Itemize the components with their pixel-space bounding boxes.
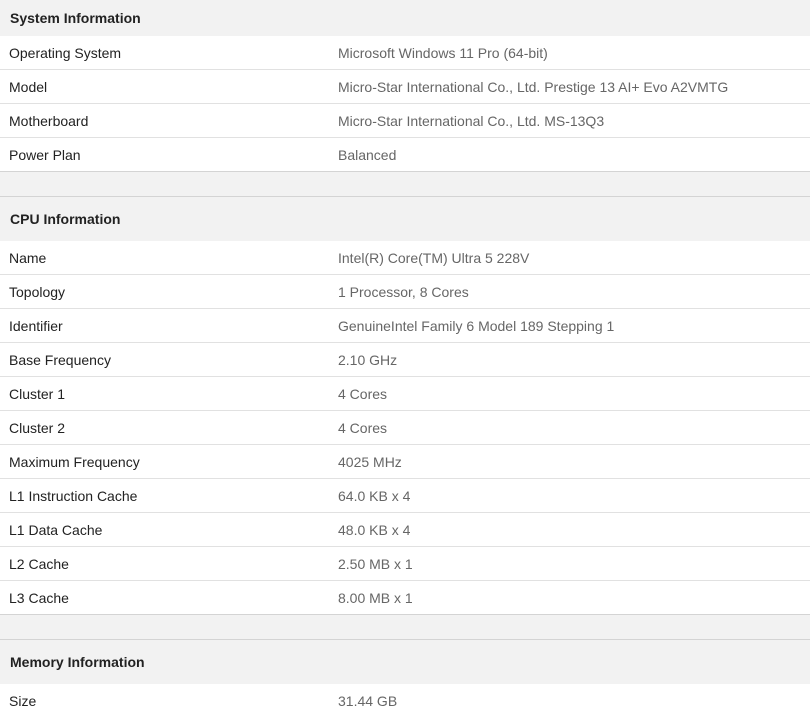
row-value: 64.0 KB x 4 [338, 487, 411, 504]
row-label: Identifier [9, 317, 63, 334]
row-value: 4025 MHz [338, 453, 402, 470]
row-value: GenuineIntel Family 6 Model 189 Stepping… [338, 317, 615, 334]
row-label: L1 Instruction Cache [9, 487, 138, 504]
section-title: CPU Information [0, 197, 810, 241]
table-row: Cluster 2 4 Cores [0, 411, 810, 445]
section-title: System Information [0, 0, 810, 36]
row-label: L2 Cache [9, 555, 69, 572]
row-label: L1 Data Cache [9, 521, 103, 538]
row-label: Model [9, 78, 48, 95]
system-information-section: System Information Operating System Micr… [0, 0, 810, 172]
table-row: Cluster 1 4 Cores [0, 377, 810, 411]
table-row: Motherboard Micro-Star International Co.… [0, 104, 810, 138]
table-row: Size 31.44 GB [0, 684, 810, 708]
row-value: Balanced [338, 146, 397, 163]
cpu-information-section: CPU Information Name Intel(R) Core(TM) U… [0, 197, 810, 615]
row-label: Size [9, 692, 37, 708]
row-value: Intel(R) Core(TM) Ultra 5 228V [338, 249, 530, 266]
table-row: Operating System Microsoft Windows 11 Pr… [0, 36, 810, 70]
section-divider [0, 615, 810, 640]
row-label: L3 Cache [9, 589, 69, 606]
row-label: Motherboard [9, 112, 89, 129]
row-label: Cluster 1 [9, 385, 66, 402]
row-value: 1 Processor, 8 Cores [338, 283, 469, 300]
section-divider [0, 172, 810, 197]
table-row: L3 Cache 8.00 MB x 1 [0, 581, 810, 614]
row-label: Cluster 2 [9, 419, 66, 436]
table-row: L1 Data Cache 48.0 KB x 4 [0, 513, 810, 547]
row-value: 31.44 GB [338, 692, 398, 708]
table-row: Power Plan Balanced [0, 138, 810, 171]
table-row: Base Frequency 2.10 GHz [0, 343, 810, 377]
row-value: 8.00 MB x 1 [338, 589, 413, 606]
row-value: 2.50 MB x 1 [338, 555, 413, 572]
row-label: Topology [9, 283, 66, 300]
section-title: Memory Information [0, 640, 810, 684]
table-row: Maximum Frequency 4025 MHz [0, 445, 810, 479]
table-row: L2 Cache 2.50 MB x 1 [0, 547, 810, 581]
table-row: Model Micro-Star International Co., Ltd.… [0, 70, 810, 104]
row-value: 4 Cores [338, 419, 388, 436]
table-row: L1 Instruction Cache 64.0 KB x 4 [0, 479, 810, 513]
row-label: Operating System [9, 44, 122, 61]
row-value: Microsoft Windows 11 Pro (64-bit) [338, 44, 548, 61]
table-row: Topology 1 Processor, 8 Cores [0, 275, 810, 309]
row-value: Micro-Star International Co., Ltd. Prest… [338, 78, 729, 95]
row-value: Micro-Star International Co., Ltd. MS-13… [338, 112, 605, 129]
row-value: 4 Cores [338, 385, 388, 402]
row-label: Base Frequency [9, 351, 111, 368]
table-row: Name Intel(R) Core(TM) Ultra 5 228V [0, 241, 810, 275]
row-label: Maximum Frequency [9, 453, 140, 470]
row-value: 48.0 KB x 4 [338, 521, 411, 538]
row-label: Power Plan [9, 146, 81, 163]
row-label: Name [9, 249, 47, 266]
memory-information-section: Memory Information Size 31.44 GB [0, 640, 810, 708]
table-row: Identifier GenuineIntel Family 6 Model 1… [0, 309, 810, 343]
system-info-page: System Information Operating System Micr… [0, 0, 810, 708]
row-value: 2.10 GHz [338, 351, 398, 368]
